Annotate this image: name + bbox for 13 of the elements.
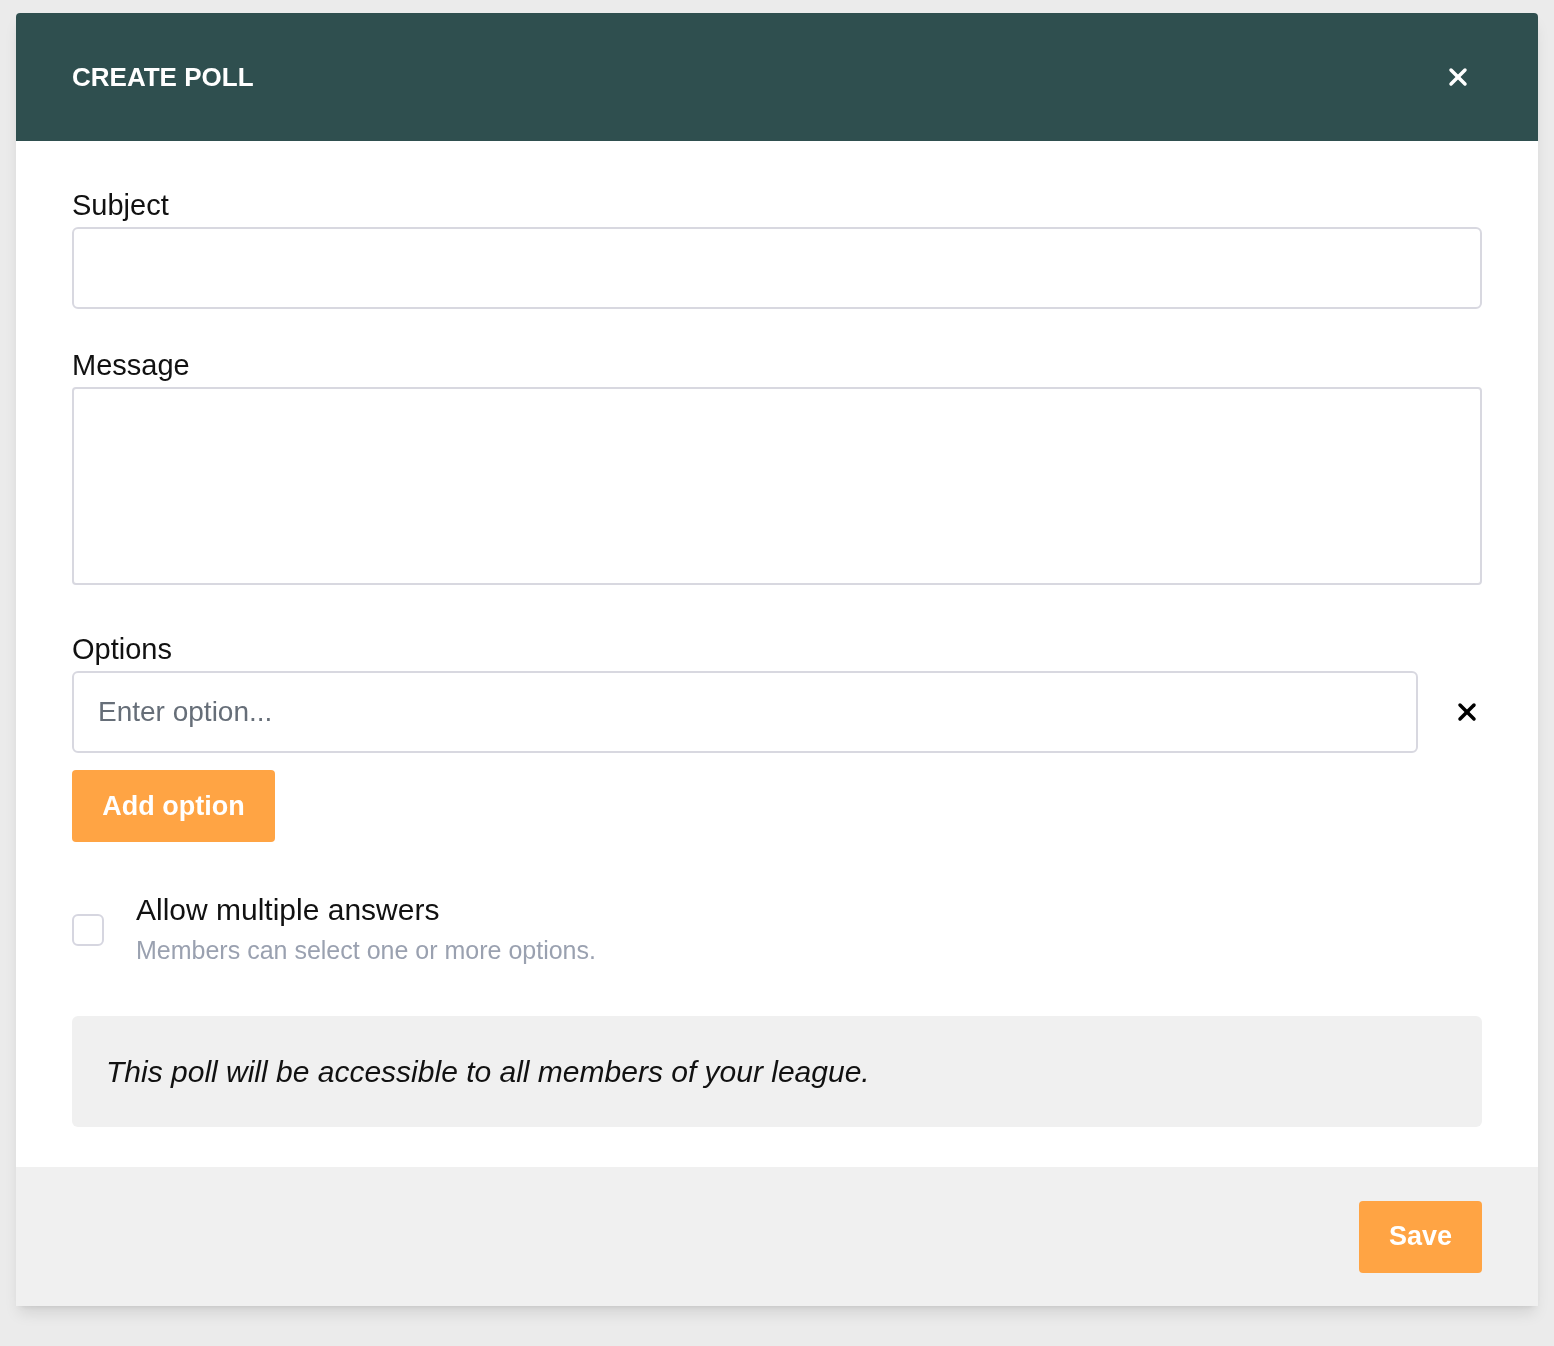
field-label: Message: [72, 348, 191, 383]
field-label: Subject: [72, 188, 170, 223]
option-field[interactable]: Enter option...: [72, 671, 1418, 753]
field-label: Options: [72, 632, 173, 667]
checkbox[interactable]: [72, 914, 104, 946]
dialog-title: CREATE POLL: [72, 60, 254, 94]
checkbox-hint: Members can select one or more options.: [136, 935, 596, 966]
save-button[interactable]: Save: [1359, 1200, 1482, 1273]
add-option-button[interactable]: Add option: [72, 770, 275, 842]
message-field[interactable]: [72, 387, 1482, 585]
checkbox-label: Allow multiple answers: [136, 892, 441, 928]
notice-text: This poll will be accessible to all members of your league.: [106, 1054, 870, 1090]
subject-field[interactable]: [72, 227, 1482, 309]
